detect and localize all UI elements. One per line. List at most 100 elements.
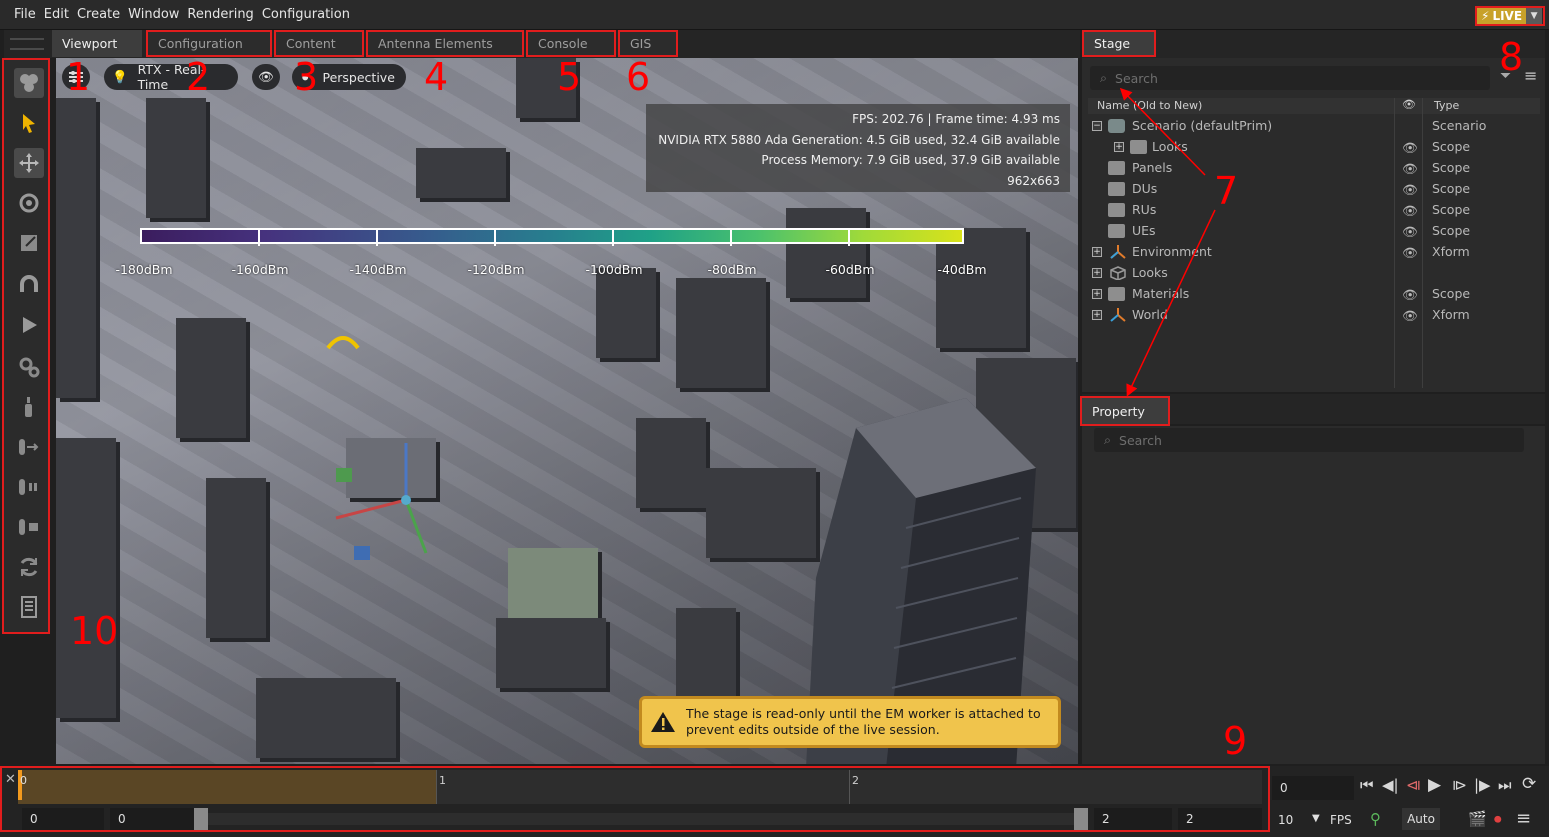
tab-stage[interactable]: Stage (1082, 30, 1156, 57)
drag-handle-icon[interactable] (10, 38, 44, 50)
expand-icon[interactable]: + (1114, 142, 1124, 152)
tab-gis[interactable]: GIS (618, 30, 678, 57)
fps-value[interactable]: 10 (1278, 813, 1293, 827)
legend-label: -80dBm (707, 262, 757, 277)
refresh-icon[interactable] (14, 552, 44, 582)
building (416, 148, 506, 198)
tree-row-looks-root[interactable]: + Looks (1088, 263, 1540, 284)
tree-row-looks[interactable]: + Looks 👁 Scope (1088, 137, 1540, 158)
pause-link-icon[interactable] (14, 472, 44, 502)
hamburger-menu-icon[interactable]: ≡ (1524, 66, 1537, 85)
menu-configuration[interactable]: Configuration (262, 7, 350, 22)
visibility-toggle[interactable]: 👁 (252, 64, 280, 90)
column-type-header[interactable]: Type (1434, 99, 1459, 112)
stage-search-input[interactable]: ⌕ Search (1090, 66, 1490, 90)
eye-icon[interactable]: 👁 (1402, 308, 1418, 323)
key-icon[interactable]: ⚲ (1370, 810, 1381, 828)
live-button[interactable]: ⚡ LIVE ▼ (1475, 6, 1545, 26)
range-start-handle[interactable] (194, 808, 208, 830)
tab-content[interactable]: Content (274, 30, 364, 57)
range-start-field[interactable]: 0 (110, 808, 194, 830)
expand-icon[interactable]: + (1092, 247, 1102, 257)
clapperboard-icon[interactable]: 🎬 (1468, 810, 1487, 828)
folder-icon (1108, 287, 1125, 301)
column-name-header[interactable]: Name (Old to New) (1097, 99, 1202, 112)
skip-to-start-icon[interactable]: ⏮ (1360, 776, 1374, 794)
scale-icon[interactable] (14, 228, 44, 258)
tree-row-environment[interactable]: + Environment 👁 Xform (1088, 242, 1540, 263)
eye-icon[interactable]: 👁 (1402, 182, 1418, 197)
menu-edit[interactable]: Edit (44, 7, 69, 22)
expand-icon[interactable]: + (1092, 310, 1102, 320)
range-end-handle[interactable] (1074, 808, 1088, 830)
transform-gizmo[interactable] (326, 438, 446, 568)
play-icon[interactable] (14, 310, 44, 340)
step-back-icon[interactable]: ◀| (1382, 776, 1399, 794)
eye-icon[interactable]: 👁 (1402, 287, 1418, 302)
play-icon[interactable]: ▶ (1428, 775, 1441, 795)
tab-property[interactable]: Property (1080, 396, 1170, 426)
menu-create[interactable]: Create (77, 7, 120, 22)
tab-viewport[interactable]: Viewport (52, 30, 142, 57)
legend-label: -160dBm (231, 262, 289, 277)
end-time-field[interactable]: 2 (1178, 808, 1262, 830)
eye-icon[interactable]: 👁 (1402, 161, 1418, 176)
fps-readout: FPS: 202.76 | Frame time: 4.93 ms (852, 112, 1060, 126)
expand-icon[interactable]: + (1092, 289, 1102, 299)
snap-magnet-icon[interactable] (14, 270, 44, 300)
tree-row-dus[interactable]: DUs 👁 Scope (1088, 179, 1540, 200)
callout-2: 2 (186, 55, 211, 99)
tree-row-world[interactable]: + World 👁 Xform (1088, 305, 1540, 326)
menu-bar: File Edit Create Window Rendering Config… (0, 0, 1549, 30)
fps-dropdown-icon[interactable]: ▼ (1312, 813, 1320, 824)
tab-console[interactable]: Console (526, 30, 616, 57)
tree-row-panels[interactable]: Panels 👁 Scope (1088, 158, 1540, 179)
menu-rendering[interactable]: Rendering (187, 7, 253, 22)
property-search-input[interactable]: ⌕ Search (1094, 428, 1524, 452)
next-key-icon[interactable]: ⧐ (1452, 776, 1467, 794)
expand-icon[interactable]: + (1092, 268, 1102, 278)
eye-icon[interactable]: 👁 (1402, 224, 1418, 239)
pointer-icon[interactable] (14, 108, 44, 138)
legend-label: -40dBm (937, 262, 987, 277)
hamburger-menu-icon[interactable]: ≡ (1516, 808, 1531, 829)
timeline-tick: 2 (852, 774, 859, 787)
gears-icon[interactable] (14, 352, 44, 382)
tree-row-materials[interactable]: + Materials 👁 Scope (1088, 284, 1540, 305)
tree-row-rus[interactable]: RUs 👁 Scope (1088, 200, 1540, 221)
menu-window[interactable]: Window (128, 7, 179, 22)
range-end-field[interactable]: 2 (1094, 808, 1172, 830)
menu-file[interactable]: File (14, 7, 36, 22)
prev-key-icon[interactable]: ⧏ (1406, 776, 1421, 794)
tab-configuration[interactable]: Configuration (146, 30, 272, 57)
tree-row-scenario[interactable]: − Scenario (defaultPrim) Scenario (1088, 116, 1540, 137)
timeline-track[interactable]: 0 1 2 (18, 770, 1262, 804)
document-icon[interactable] (14, 592, 44, 622)
range-slider-track[interactable] (208, 813, 1074, 825)
tree-row-ues[interactable]: UEs 👁 Scope (1088, 221, 1540, 242)
loop-icon[interactable]: ⟳ (1522, 774, 1536, 794)
close-icon[interactable]: ✕ (5, 772, 16, 787)
auto-key-button[interactable]: Auto (1402, 808, 1440, 830)
record-icon[interactable]: ⏺ (1494, 810, 1502, 828)
building (496, 618, 606, 688)
collapse-icon[interactable]: − (1092, 121, 1102, 131)
skip-to-end-icon[interactable]: ⏭ (1498, 776, 1512, 794)
current-frame-field[interactable]: 0 (1272, 776, 1354, 800)
link-arrow-icon[interactable] (14, 432, 44, 462)
select-mode-icon[interactable] (14, 68, 44, 98)
antenna-icon[interactable] (14, 392, 44, 422)
eye-icon[interactable]: 👁 (1402, 203, 1418, 218)
chevron-down-icon[interactable]: ▼ (1526, 8, 1543, 24)
start-time-field[interactable]: 0 (22, 808, 104, 830)
step-forward-icon[interactable]: |▶ (1474, 776, 1491, 794)
column-visibility-eye-icon[interactable]: 👁 (1402, 98, 1416, 111)
eye-icon[interactable]: 👁 (1402, 245, 1418, 260)
move-icon[interactable] (14, 148, 44, 178)
eye-icon[interactable]: 👁 (1402, 140, 1418, 155)
renderer-selector[interactable]: 💡 RTX - Real-Time (104, 62, 238, 92)
tab-antenna-elements[interactable]: Antenna Elements (366, 30, 524, 57)
rotate-icon[interactable] (14, 188, 44, 218)
viewport[interactable]: 💡 RTX - Real-Time 👁 ⚫ Perspective FPS: 2… (56, 58, 1078, 764)
stop-link-icon[interactable] (14, 512, 44, 542)
